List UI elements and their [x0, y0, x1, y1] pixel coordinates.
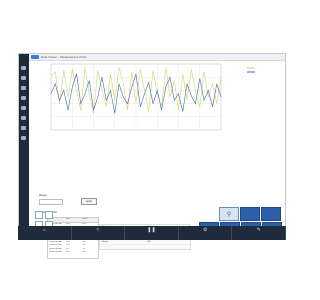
search-icon: ⚲: [226, 212, 232, 218]
table-row[interactable]: 00:00:09.000 13.0 8.8: [48, 251, 98, 255]
app-logo-icon: [31, 55, 39, 59]
apply-button[interactable]: Apply: [81, 198, 97, 205]
settings-icon[interactable]: [21, 106, 26, 110]
tool-edit-icon[interactable]: [35, 211, 43, 219]
search-tile[interactable]: ⚲: [219, 207, 239, 221]
table-cell: 00:00:09.000: [49, 251, 62, 254]
print-icon[interactable]: [21, 126, 26, 130]
bottom-item-chart[interactable]: ≈: [72, 226, 126, 240]
tool-zoom-icon[interactable]: [45, 211, 53, 219]
table-header-cell: Val 1: [65, 218, 71, 220]
settings-icon: ⚙: [202, 227, 208, 233]
table-cell: 13.0: [65, 251, 70, 254]
chart-area: [31, 62, 285, 142]
home-icon: ⌂: [42, 227, 46, 233]
chart-legend: [247, 67, 255, 73]
detail-value: OK: [147, 241, 151, 243]
folder-icon[interactable]: [21, 76, 26, 80]
range-input[interactable]: [39, 199, 63, 205]
home-icon[interactable]: [21, 66, 26, 70]
tile[interactable]: [261, 207, 281, 221]
line-chart: [50, 63, 255, 131]
help-icon[interactable]: [21, 136, 26, 140]
title-bar: Data Viewer - Measurement Chart: [29, 54, 285, 61]
detail-row: Status OK: [100, 240, 190, 245]
detail-key: Status: [102, 241, 109, 243]
application-screen: Data Viewer - Measurement Chart Range Ap…: [18, 53, 286, 259]
edit-icon: ✎: [256, 227, 261, 233]
bottom-taskbar: ⌂ ≈ ❚❚ ⚙ ✎: [18, 226, 286, 240]
bottom-item-pause[interactable]: ❚❚: [125, 226, 179, 240]
left-toolbar: [19, 54, 29, 237]
range-label: Range: [39, 194, 47, 197]
tile[interactable]: [240, 207, 260, 221]
list-icon[interactable]: [21, 96, 26, 100]
chart-icon: ≈: [96, 227, 100, 233]
bottom-item-settings[interactable]: ⚙: [179, 226, 233, 240]
window-title: Data Viewer - Measurement Chart: [41, 55, 87, 59]
table-cell: 8.8: [82, 251, 86, 254]
bottom-item-home[interactable]: ⌂: [18, 226, 72, 240]
chart-icon[interactable]: [21, 86, 26, 90]
pause-icon: ❚❚: [147, 227, 156, 233]
table-header-cell: Val 2: [82, 218, 88, 220]
bottom-item-edit[interactable]: ✎: [232, 226, 286, 240]
export-icon[interactable]: [21, 116, 26, 120]
